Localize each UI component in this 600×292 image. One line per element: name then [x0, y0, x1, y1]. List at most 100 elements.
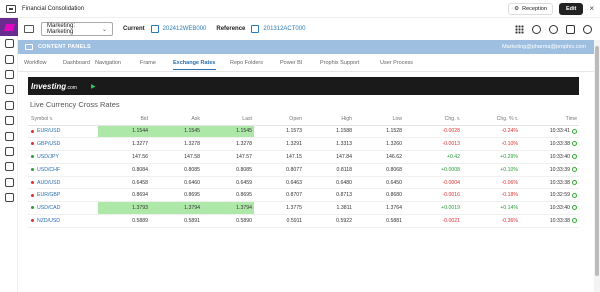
clock-icon	[572, 141, 577, 147]
table-row[interactable]: EUR/GBP 0.8694 0.8695 0.8695 0.8707 0.8713 0.8…	[28, 188, 579, 203]
close-icon[interactable]: ×	[589, 4, 594, 13]
cell-symbol[interactable]: NZD/USD	[28, 214, 98, 228]
tab-repo-folders[interactable]: Repo Folders	[230, 60, 263, 69]
apps-grid-icon[interactable]	[515, 24, 524, 34]
trend-dot-icon	[31, 142, 34, 146]
home-icon[interactable]	[0, 36, 18, 51]
cell-symbol[interactable]: USD/JPY	[28, 150, 98, 164]
tab-user-process[interactable]: User Process	[380, 60, 413, 69]
user-email: Marketing@pharma@prophix.com	[502, 44, 586, 50]
content-panels-header: CONTENT PANELS Marketing@pharma@prophix.…	[18, 40, 594, 54]
data-input-icon[interactable]	[0, 82, 18, 97]
investing-banner: Investing.com ▶	[28, 77, 579, 95]
column-header-bid[interactable]: Bid	[98, 113, 150, 126]
edit-button[interactable]: Edit	[558, 2, 584, 15]
document-icon[interactable]	[0, 113, 18, 128]
column-header-ask[interactable]: Ask	[150, 113, 202, 126]
cell-symbol[interactable]: EUR/GBP	[28, 188, 98, 203]
tab-dashboard[interactable]: Dashboard	[63, 60, 90, 69]
sort-icon[interactable]: ⇅	[515, 116, 518, 121]
prophix-logo[interactable]	[0, 18, 18, 36]
trend-dot-icon	[31, 129, 34, 133]
cell-chg: +0.0008	[404, 163, 462, 177]
trend-dot-icon	[31, 206, 34, 210]
trend-dot-icon	[31, 155, 34, 159]
cell-open: 0.5911	[254, 214, 304, 228]
column-header-chg-[interactable]: Chg.⇅	[404, 113, 462, 126]
cell-symbol[interactable]: AUD/USD	[28, 176, 98, 190]
titlebar-actions: ⚙ Reception Edit ×	[508, 2, 594, 15]
help-icon[interactable]	[549, 24, 558, 34]
cell-symbol[interactable]: GBP/USD	[28, 137, 98, 152]
cell-symbol[interactable]: USD/CHF	[28, 163, 98, 177]
cell-time: 10:32:59	[520, 188, 579, 203]
current-period-value[interactable]: 202412WEB000	[163, 26, 207, 32]
reports-icon[interactable]	[0, 67, 18, 82]
cell-bid: 0.6458	[98, 176, 150, 190]
clock-icon	[572, 218, 577, 224]
hierarchy-icon[interactable]	[0, 51, 18, 66]
panel-title: CONTENT PANELS	[38, 44, 91, 50]
tab-navigation[interactable]: Navigation	[95, 60, 121, 69]
context-toolbar: Marketing: Marketing ⌄ Current 202412WEB…	[18, 18, 600, 40]
database-icon[interactable]	[0, 144, 18, 159]
column-header-last[interactable]: Last	[202, 113, 254, 126]
cell-low: 146.62	[354, 150, 404, 164]
table-row[interactable]: AUD/USD 0.6458 0.6460 0.6459 0.6463 0.6480 0.6…	[28, 176, 579, 190]
bell-icon[interactable]	[532, 24, 541, 34]
column-header-open[interactable]: Open	[254, 113, 304, 126]
cell-open: 1.1573	[254, 125, 304, 139]
users-icon[interactable]	[0, 190, 18, 205]
settings-icon[interactable]	[0, 175, 18, 190]
print-icon[interactable]	[0, 98, 18, 113]
cell-open: 1.3775	[254, 201, 304, 216]
column-header-symbol[interactable]: Symbol⇅	[28, 113, 98, 126]
cell-symbol[interactable]: USD/CAD	[28, 201, 98, 216]
cell-time: 10:33:40	[520, 201, 579, 216]
column-header-low[interactable]: Low	[354, 113, 404, 126]
cell-high: 0.8118	[304, 163, 354, 177]
cell-last: 0.8695	[202, 188, 254, 203]
reference-period-value[interactable]: 201312ACT000	[263, 26, 305, 32]
vertical-scrollbar[interactable]	[594, 40, 600, 292]
cell-high: 0.5922	[304, 214, 354, 228]
cell-low: 0.8068	[354, 163, 404, 177]
table-row[interactable]: USD/JPY 147.56 147.58 147.57 147.15 147.84 146…	[28, 150, 579, 164]
cell-time: 10:33:38	[520, 214, 579, 228]
tab-workflow[interactable]: Workflow	[24, 60, 47, 69]
cell-symbol[interactable]: EUR/USD	[28, 125, 98, 139]
cell-high: 0.8713	[304, 188, 354, 203]
table-row[interactable]: USD/CHF 0.8084 0.8085 0.8085 0.8077 0.8118 0.8…	[28, 163, 579, 177]
tab-prophix-support[interactable]: Prophix Support	[320, 60, 359, 69]
cell-last: 147.57	[202, 150, 254, 164]
folder-icon[interactable]	[24, 25, 34, 33]
cell-chgp: -0.06%	[462, 176, 520, 190]
tab-exchange-rates[interactable]: Exchange Rates	[173, 60, 216, 70]
calendar-icon[interactable]	[150, 25, 159, 33]
table-row[interactable]: USD/CAD 1.3793 1.3794 1.3794 1.3775 1.3811 1.3…	[28, 201, 579, 216]
column-header-high[interactable]: High	[304, 113, 354, 126]
user-icon[interactable]	[583, 24, 592, 34]
trend-dot-icon	[31, 193, 34, 197]
scrollbar-thumb[interactable]	[595, 46, 599, 276]
column-header-chg-%[interactable]: Chg. %⇅	[462, 113, 520, 126]
reception-button[interactable]: ⚙ Reception	[508, 2, 553, 15]
sort-icon[interactable]: ⇅	[457, 116, 460, 121]
transfer-icon[interactable]	[0, 159, 18, 174]
sort-icon[interactable]: ⇅	[49, 116, 52, 121]
cell-low: 0.8680	[354, 188, 404, 203]
table-row[interactable]: GBP/USD 1.3277 1.3278 1.3278 1.3291 1.3313 1.3…	[28, 137, 579, 152]
column-header-time[interactable]: Time	[520, 113, 579, 126]
tree-icon[interactable]	[0, 128, 18, 143]
investing-logo[interactable]: Investing.com	[31, 82, 77, 91]
play-store-icon[interactable]: ▶	[91, 83, 96, 90]
table-row[interactable]: NZD/USD 0.5889 0.5891 0.5890 0.5911 0.5922 0.5…	[28, 214, 579, 228]
entity-select[interactable]: Marketing: Marketing ⌄	[41, 22, 113, 36]
tab-power-bi[interactable]: Power BI	[280, 60, 302, 69]
cell-chgp: -0.36%	[462, 214, 520, 228]
table-row[interactable]: EUR/USD 1.1544 1.1545 1.1545 1.1573 1.1588 1.1…	[28, 125, 579, 139]
toolbar-actions	[515, 24, 592, 34]
sparkle-icon[interactable]	[566, 24, 575, 34]
calendar-icon[interactable]	[251, 25, 260, 33]
tab-frame[interactable]: Frame	[140, 60, 156, 69]
